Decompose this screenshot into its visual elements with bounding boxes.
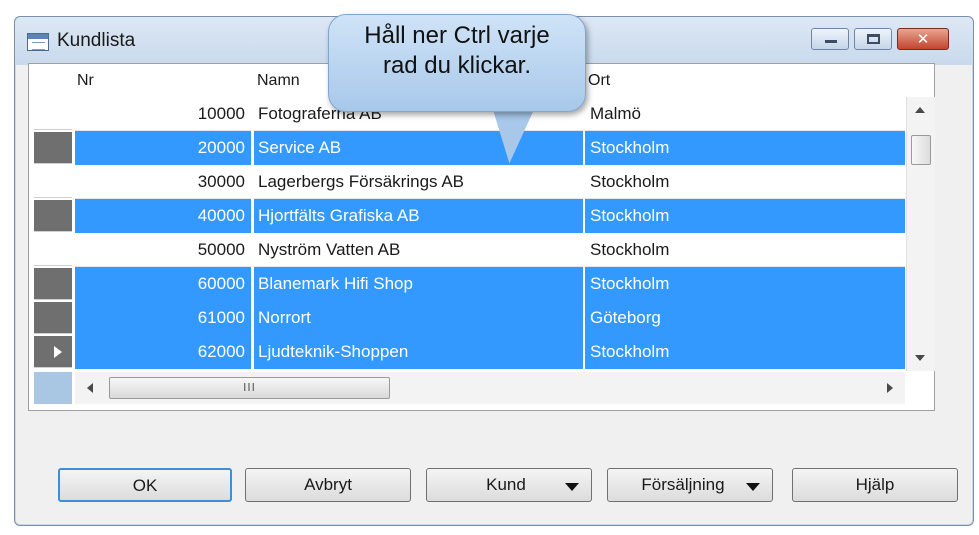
- cell-ort[interactable]: Göteborg: [584, 301, 905, 335]
- maximize-button[interactable]: [854, 28, 892, 50]
- table-row[interactable]: 61000 Norrort Göteborg: [29, 301, 905, 335]
- table-icon: [27, 33, 49, 51]
- callout-line-2: rad du klickar.: [382, 52, 532, 79]
- cell-nr[interactable]: 60000: [75, 267, 251, 301]
- ok-button[interactable]: OK: [58, 468, 232, 502]
- close-button[interactable]: ✕: [897, 28, 949, 50]
- scroll-corner: [34, 372, 72, 404]
- row-selector[interactable]: [34, 234, 72, 266]
- cell-nr[interactable]: 62000: [75, 335, 251, 369]
- column-header-ort[interactable]: Ort: [588, 72, 610, 90]
- cell-ort[interactable]: Stockholm: [584, 335, 905, 369]
- row-selector[interactable]: [34, 268, 72, 300]
- minimize-icon: [825, 40, 837, 43]
- minimize-button[interactable]: [811, 28, 849, 50]
- vertical-scrollbar[interactable]: [906, 97, 935, 371]
- current-row-arrow-icon: [54, 346, 62, 358]
- cell-ort[interactable]: Malmö: [584, 97, 905, 131]
- dropdown-arrow-icon: [746, 483, 760, 491]
- row-selector[interactable]: [34, 200, 72, 232]
- row-selector[interactable]: [34, 302, 72, 334]
- cell-nr[interactable]: 50000: [75, 233, 251, 267]
- window-title: Kundlista: [57, 30, 136, 51]
- close-icon: ✕: [916, 30, 930, 48]
- cell-nr[interactable]: 20000: [75, 131, 251, 165]
- callout-text: Håll ner Ctrl varje rad du klickar.: [329, 21, 585, 81]
- cell-ort[interactable]: Stockholm: [584, 199, 905, 233]
- cell-namn[interactable]: Hjortfälts Grafiska AB: [253, 199, 583, 233]
- horizontal-scrollbar[interactable]: III: [75, 372, 905, 404]
- customer-grid: Nr Namn Ort 10000 Fotograferna AB Malmö …: [28, 63, 935, 411]
- row-selector[interactable]: [34, 132, 72, 164]
- cell-namn[interactable]: Lagerbergs Försäkrings AB: [253, 165, 583, 199]
- cell-nr[interactable]: 30000: [75, 165, 251, 199]
- table-row[interactable]: 40000 Hjortfälts Grafiska AB Stockholm: [29, 199, 905, 233]
- cell-ort[interactable]: Stockholm: [584, 131, 905, 165]
- cell-namn[interactable]: Service AB: [253, 131, 583, 165]
- sales-menu-button-label: Försäljning: [641, 475, 725, 494]
- cell-namn[interactable]: Norrort: [253, 301, 583, 335]
- maximize-icon: [867, 34, 880, 44]
- cancel-button-label: Avbryt: [304, 475, 352, 494]
- table-row[interactable]: 30000 Lagerbergs Försäkrings AB Stockhol…: [29, 165, 905, 199]
- scroll-left-arrow-icon[interactable]: [87, 383, 93, 393]
- scroll-down-arrow-icon[interactable]: [915, 355, 925, 361]
- sales-menu-button[interactable]: Försäljning: [607, 468, 773, 502]
- dropdown-arrow-icon: [565, 483, 579, 491]
- horizontal-scroll-thumb[interactable]: III: [109, 377, 390, 399]
- table-row[interactable]: 50000 Nyström Vatten AB Stockholm: [29, 233, 905, 267]
- row-selector[interactable]: [34, 166, 72, 198]
- column-header-nr[interactable]: Nr: [77, 72, 94, 90]
- vertical-scroll-thumb[interactable]: [911, 135, 931, 165]
- scroll-up-arrow-icon[interactable]: [915, 107, 925, 113]
- cell-nr[interactable]: 61000: [75, 301, 251, 335]
- cell-ort[interactable]: Stockholm: [584, 165, 905, 199]
- instruction-callout: Håll ner Ctrl varje rad du klickar.: [328, 14, 586, 112]
- cell-namn[interactable]: Blanemark Hifi Shop: [253, 267, 583, 301]
- cell-ort[interactable]: Stockholm: [584, 233, 905, 267]
- cell-nr[interactable]: 10000: [75, 97, 251, 131]
- help-button[interactable]: Hjälp: [792, 468, 958, 502]
- customer-menu-button-label: Kund: [486, 475, 526, 494]
- callout-line-1: Håll ner Ctrl varje: [364, 22, 550, 49]
- customer-menu-button[interactable]: Kund: [426, 468, 592, 502]
- ok-button-label: OK: [132, 476, 158, 495]
- table-row[interactable]: 20000 Service AB Stockholm: [29, 131, 905, 165]
- help-button-label: Hjälp: [855, 475, 895, 494]
- cell-nr[interactable]: 40000: [75, 199, 251, 233]
- scroll-right-arrow-icon[interactable]: [887, 383, 893, 393]
- table-row[interactable]: 62000 Ljudteknik-Shoppen Stockholm: [29, 335, 905, 369]
- row-selector[interactable]: [34, 98, 72, 130]
- cell-namn[interactable]: Ljudteknik-Shoppen: [253, 335, 583, 369]
- column-header-namn[interactable]: Namn: [257, 72, 300, 90]
- row-selector[interactable]: [34, 336, 72, 368]
- cell-ort[interactable]: Stockholm: [584, 267, 905, 301]
- table-row[interactable]: 60000 Blanemark Hifi Shop Stockholm: [29, 267, 905, 301]
- cancel-button[interactable]: Avbryt: [245, 468, 411, 502]
- cell-namn[interactable]: Nyström Vatten AB: [253, 233, 583, 267]
